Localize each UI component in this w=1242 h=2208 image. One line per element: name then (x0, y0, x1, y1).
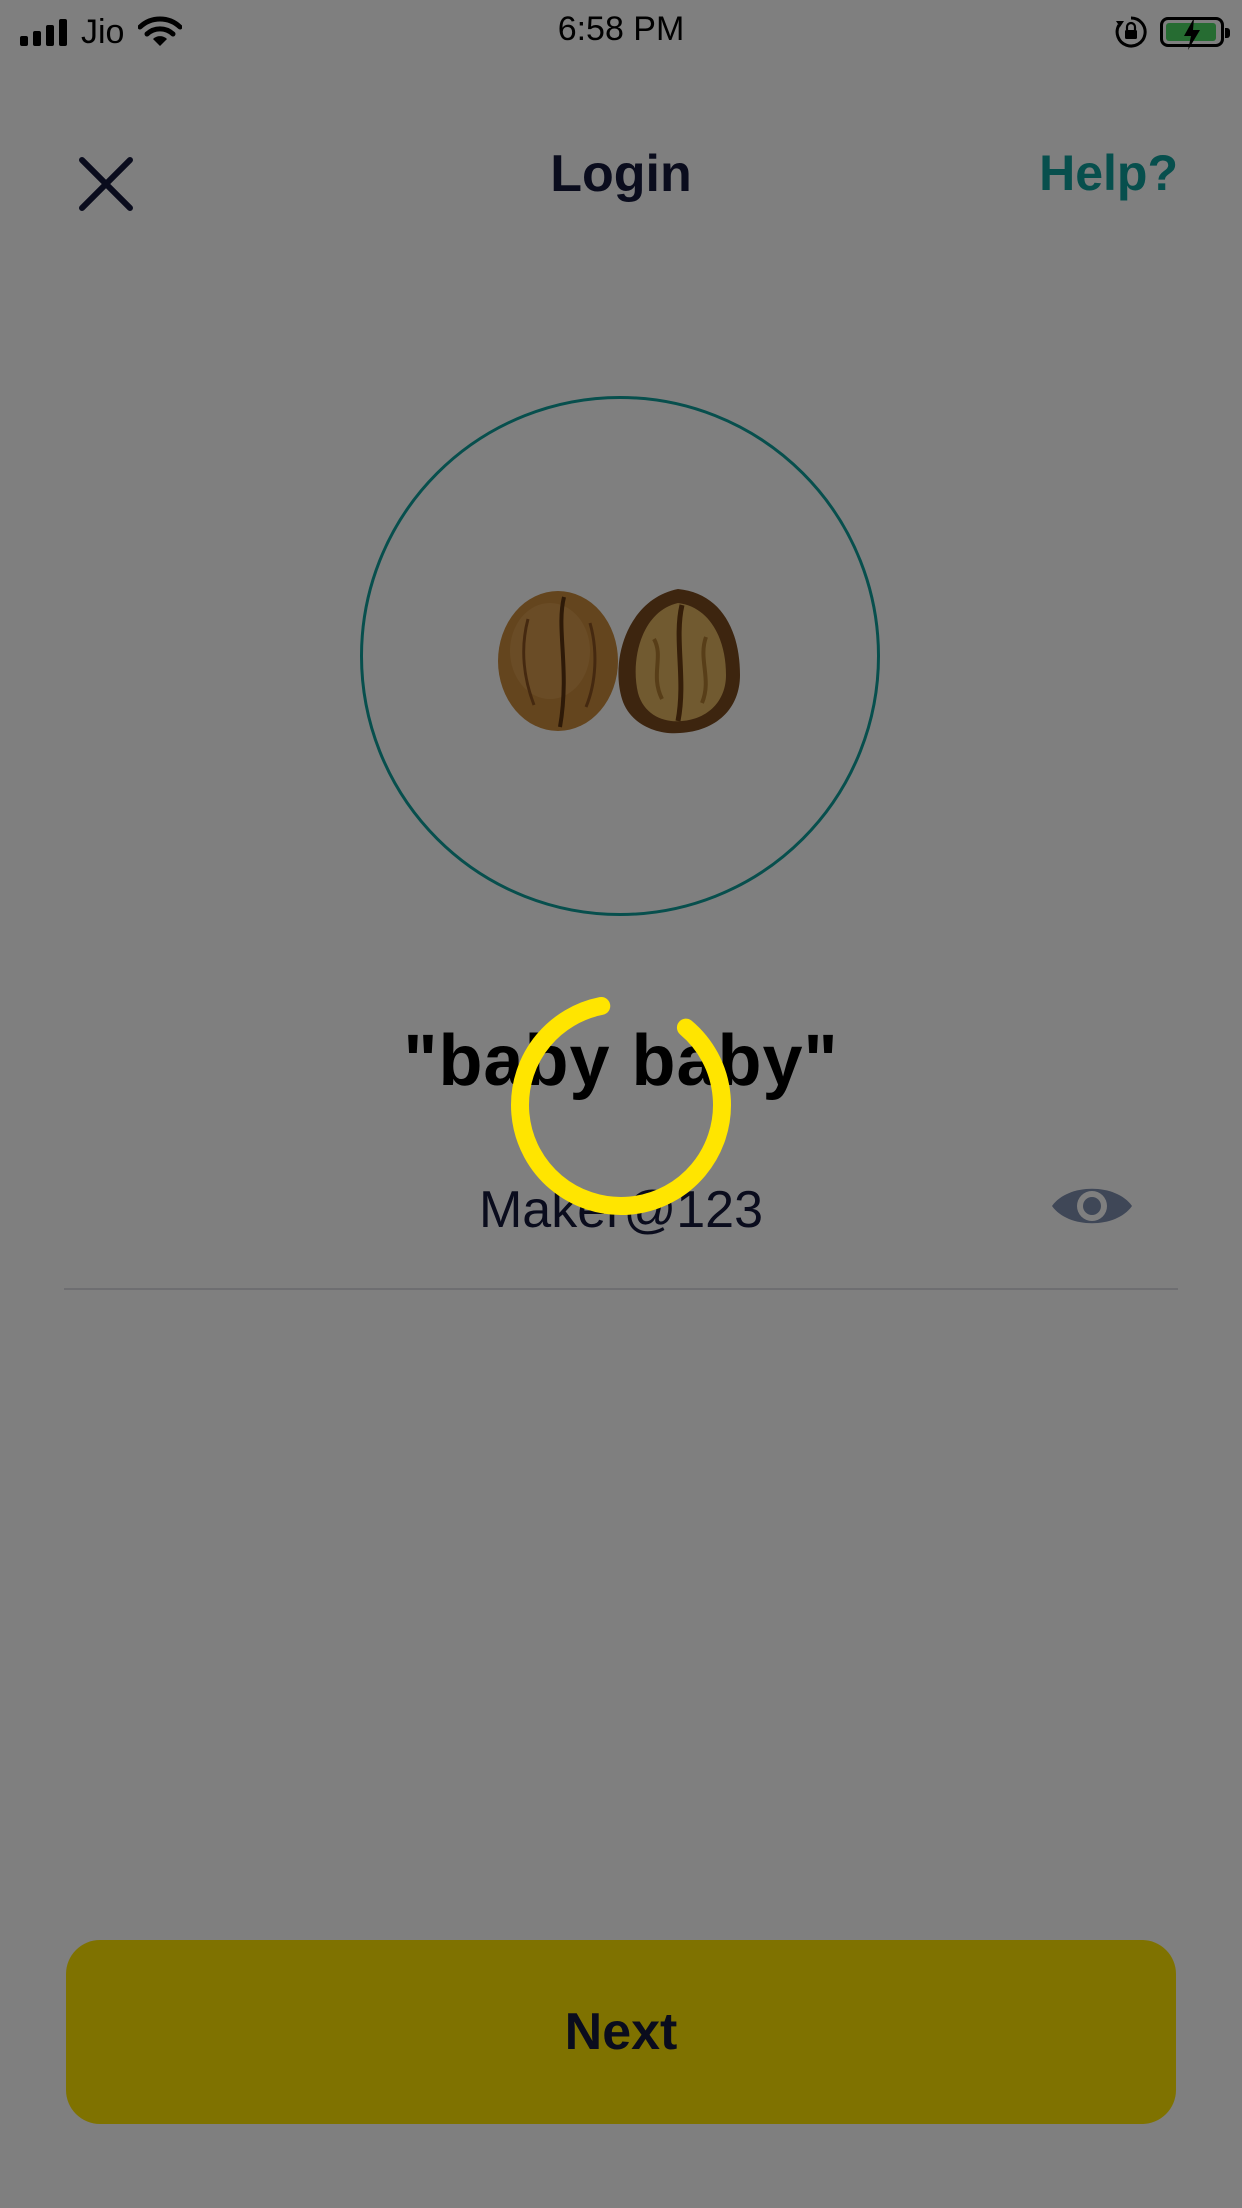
loading-overlay (0, 0, 1242, 2208)
loading-spinner-icon (511, 995, 731, 1215)
